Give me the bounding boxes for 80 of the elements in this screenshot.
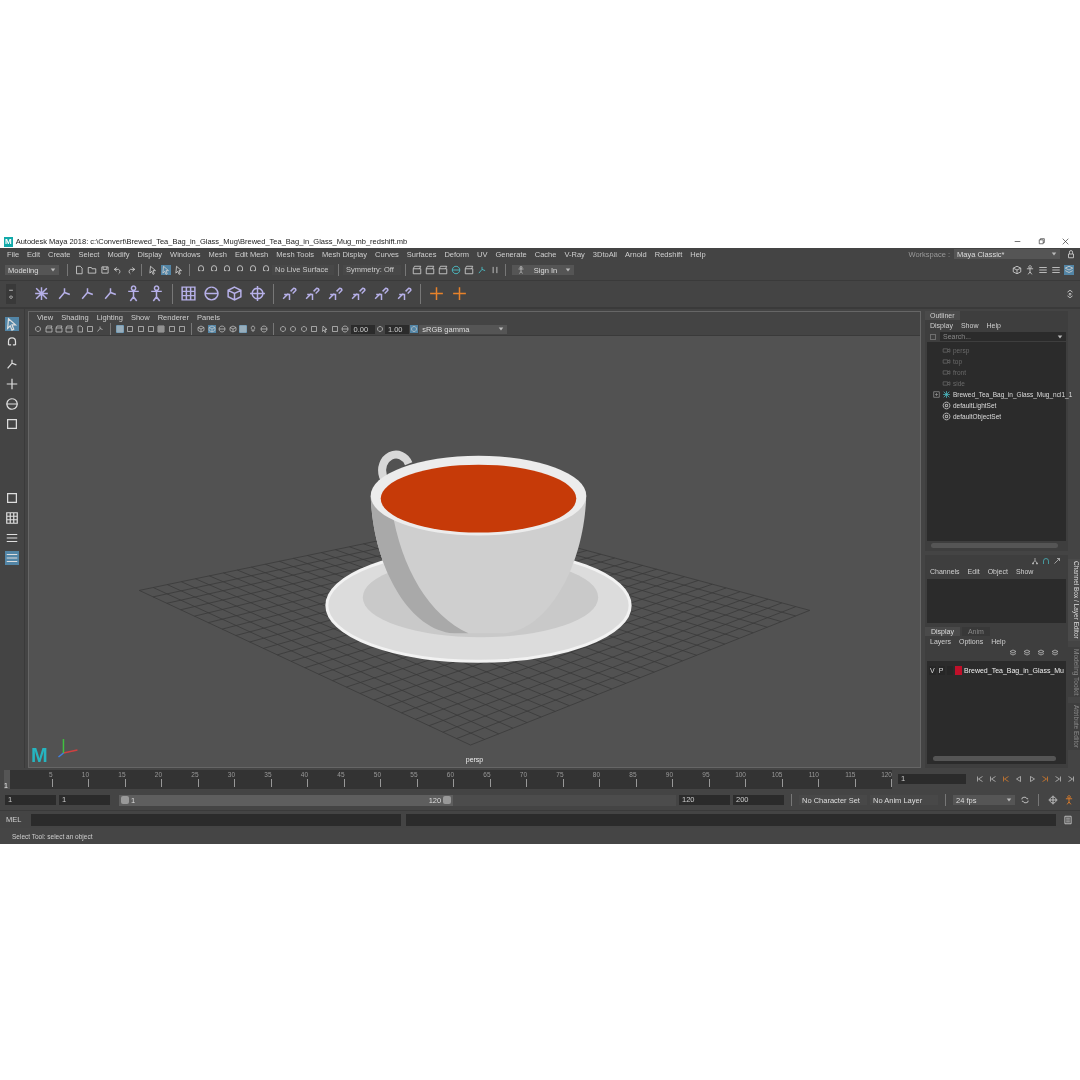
tool-settings-icon[interactable] (1050, 265, 1061, 276)
folder-icon[interactable] (86, 265, 97, 276)
go-to-start-icon[interactable] (975, 775, 984, 784)
set-icon (942, 401, 951, 411)
command-input-field[interactable] (31, 813, 401, 826)
horizontal-scrollbar[interactable] (933, 756, 1056, 762)
grid-icon[interactable] (115, 325, 124, 334)
scale-tool-icon[interactable] (5, 417, 19, 432)
user-icon (516, 266, 525, 275)
play-forward-icon[interactable] (1027, 775, 1036, 784)
range-slider[interactable] (119, 794, 454, 806)
camera-icon (942, 368, 951, 378)
color-management-icon[interactable] (410, 325, 419, 334)
cross-icon[interactable] (450, 285, 468, 303)
prev-key-icon[interactable] (1001, 775, 1010, 784)
camera-icon[interactable] (65, 325, 74, 334)
save-icon[interactable] (99, 265, 110, 276)
document-icon[interactable] (73, 265, 84, 276)
clapperboard-icon[interactable] (463, 265, 474, 276)
filter-icon[interactable] (928, 332, 937, 341)
lattice-icon[interactable] (179, 285, 197, 303)
camera-icon (942, 357, 951, 367)
caret-icon (1006, 797, 1012, 804)
expand-icon[interactable] (933, 391, 940, 399)
camera-icon (942, 346, 951, 356)
camera-icon[interactable] (44, 325, 53, 334)
clapperboard-icon[interactable] (424, 265, 435, 276)
clapperboard-icon[interactable] (411, 265, 422, 276)
single-view-icon[interactable] (5, 491, 19, 506)
redo-icon[interactable] (125, 265, 136, 276)
graph-layout-icon[interactable] (5, 551, 19, 566)
auto-key-icon[interactable] (1047, 795, 1058, 806)
caret-icon (1051, 251, 1057, 257)
smooth-shade-icon[interactable] (207, 325, 216, 334)
next-key-icon[interactable] (1040, 775, 1049, 784)
cross-icon[interactable] (427, 285, 445, 303)
move-tool-icon[interactable] (5, 377, 19, 392)
attribute-list-icon[interactable] (1037, 265, 1048, 276)
axis-indicator-icon (57, 738, 79, 758)
layer-color-swatch[interactable] (955, 666, 962, 676)
caret-icon (50, 267, 56, 274)
lock-icon[interactable] (1065, 249, 1076, 259)
four-view-icon[interactable] (5, 511, 19, 526)
select-component-icon[interactable] (173, 265, 184, 276)
asterisk-icon (942, 390, 951, 400)
camera-icon[interactable] (54, 325, 63, 334)
pause-icon[interactable] (489, 265, 500, 276)
maya-logo: M (31, 745, 48, 766)
set-icon (942, 412, 951, 422)
undo-icon[interactable] (112, 265, 123, 276)
camera-icon (942, 379, 951, 389)
diagonal-arrow-icon[interactable] (1052, 557, 1061, 566)
running-figure-icon[interactable] (1063, 795, 1074, 806)
rotate-tool-icon[interactable] (5, 397, 19, 412)
layers-icon[interactable] (1063, 265, 1074, 276)
caret-icon (498, 326, 505, 333)
clapperboard-icon[interactable] (437, 265, 448, 276)
loop-icon[interactable] (1019, 795, 1030, 806)
select-object-icon[interactable] (160, 265, 171, 276)
select-hierarchy-icon[interactable] (147, 265, 158, 276)
go-to-end-icon[interactable] (1066, 775, 1075, 784)
range-end-handle[interactable] (443, 796, 452, 805)
script-editor-icon[interactable] (1062, 814, 1073, 825)
step-back-icon[interactable] (988, 775, 997, 784)
caret-icon (1057, 333, 1063, 340)
caret-icon (565, 267, 571, 274)
joint-icon[interactable] (32, 285, 50, 303)
restore-icon[interactable] (1037, 237, 1046, 247)
modeling-toolkit-icon[interactable] (1011, 265, 1022, 276)
play-back-icon[interactable] (1014, 775, 1023, 784)
close-icon[interactable] (1061, 237, 1070, 247)
xray-icon[interactable] (238, 325, 247, 334)
human-figure-icon[interactable] (1024, 265, 1035, 276)
range-start-handle[interactable] (121, 796, 129, 805)
shelf-scroll-icon[interactable] (1064, 288, 1075, 299)
shelf-options-icon[interactable] (5, 283, 16, 304)
reference-toggle[interactable] (946, 666, 954, 676)
select-tool-icon[interactable] (5, 317, 19, 332)
step-forward-icon[interactable] (1053, 775, 1062, 784)
app-logo: M (4, 236, 13, 247)
